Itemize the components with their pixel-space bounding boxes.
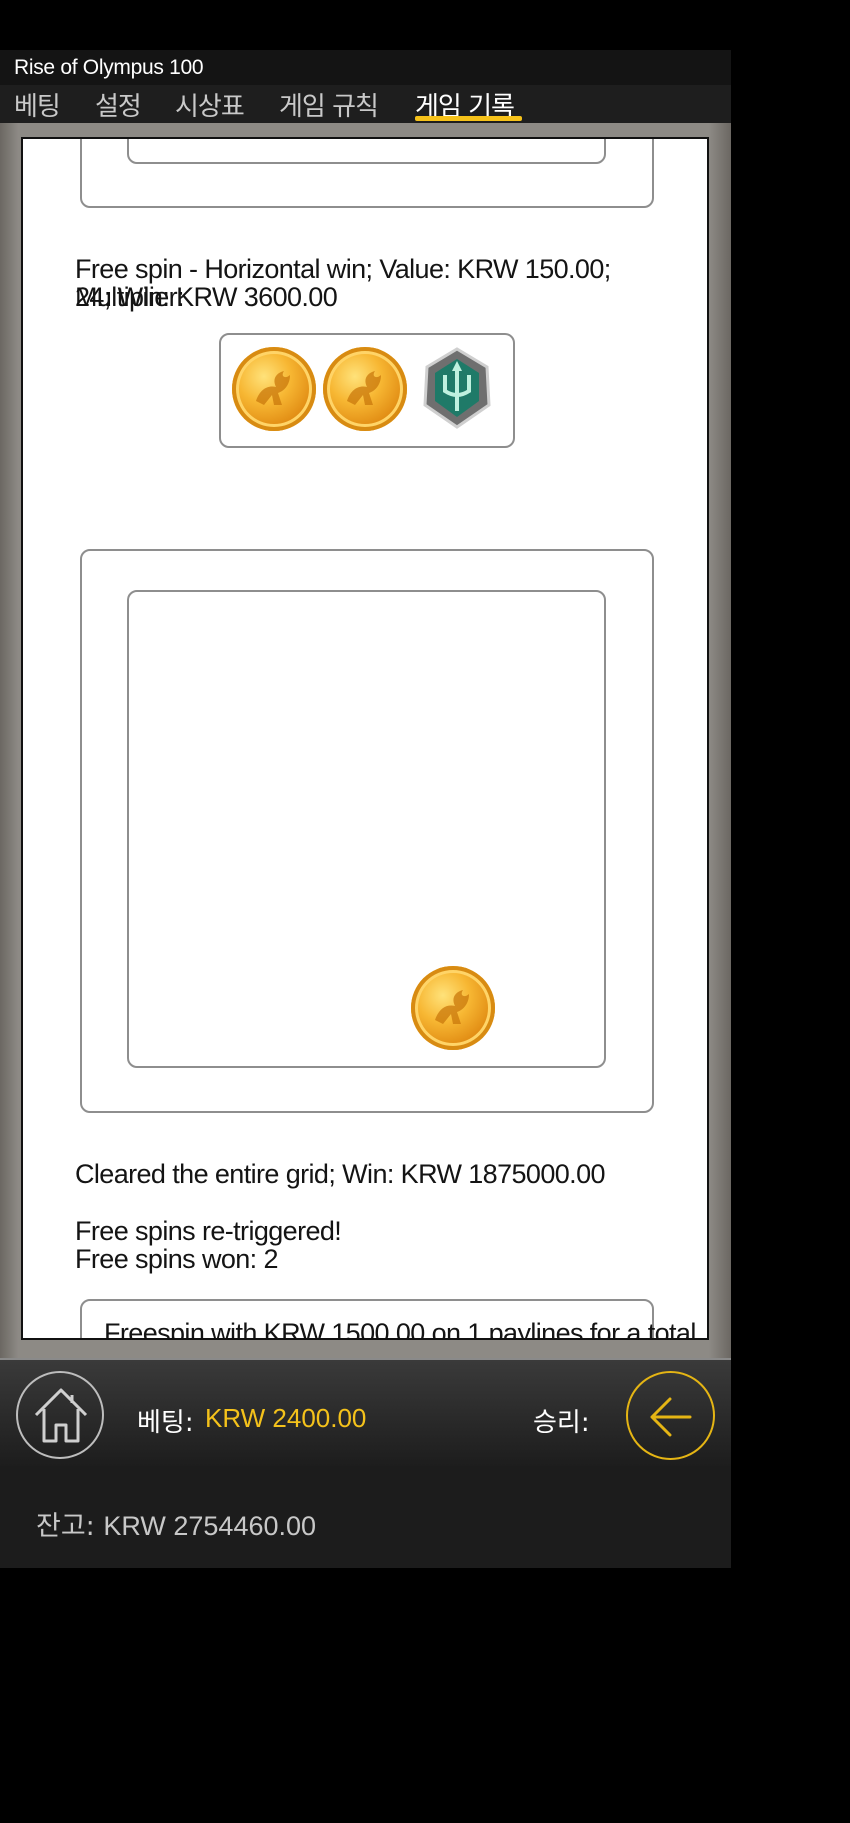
grid-outer-box — [80, 139, 654, 208]
status-bar — [0, 0, 731, 50]
title-bar: Rise of Olympus 100 — [0, 50, 731, 85]
home-icon — [34, 1388, 88, 1443]
back-arrow-icon — [650, 1397, 692, 1437]
tab-game-rules[interactable]: 게임 규칙 — [279, 86, 379, 123]
winning-symbols-box — [219, 333, 515, 448]
balance-label: 잔고: — [36, 1511, 95, 1542]
tab-settings[interactable]: 설정 — [95, 86, 142, 123]
tab-bet[interactable]: 베팅 — [14, 86, 61, 123]
game-title: Rise of Olympus 100 — [14, 56, 204, 79]
spins-won-text: Free spins won: 2 — [75, 1244, 279, 1274]
tab-paytable[interactable]: 시상표 — [175, 86, 245, 123]
bet-label: 베팅: — [137, 1408, 194, 1438]
retrigger-text: Free spins re-triggered! — [75, 1216, 342, 1246]
history-panel[interactable]: Free spin - Horizontal win; Value: KRW 1… — [21, 137, 709, 1340]
trident-emblem-icon — [423, 347, 491, 429]
pegasus-coin-icon — [411, 966, 495, 1050]
balance-bar: 잔고: KRW 2754460.00 — [0, 1466, 731, 1568]
next-entry-text: Freespin with KRW 1500.00 on 1 paylines … — [104, 1318, 696, 1340]
grid-outer-box — [80, 549, 654, 1113]
pegasus-coin-icon — [232, 347, 316, 431]
active-tab-indicator — [415, 116, 522, 121]
grid-inner-box — [127, 139, 606, 164]
grid-inner-box — [127, 590, 606, 1068]
bet-value: KRW 2400.00 — [205, 1403, 367, 1433]
pegasus-coin-icon — [323, 347, 407, 431]
back-button[interactable] — [626, 1371, 715, 1460]
cleared-grid-text: Cleared the entire grid; Win: KRW 187500… — [75, 1159, 606, 1189]
balance-value: KRW 2754460.00 — [103, 1511, 317, 1541]
win-label: 승리: — [533, 1408, 590, 1438]
home-button[interactable] — [16, 1371, 104, 1459]
balance-display: 잔고: KRW 2754460.00 — [36, 1504, 316, 1543]
bottom-bar: 베팅: KRW 2400.00 승리: — [0, 1358, 731, 1466]
win-line-text-cont: 24; Win: KRW 3600.00 — [75, 282, 338, 312]
next-history-entry: Freespin with KRW 1500.00 on 1 paylines … — [80, 1299, 696, 1338]
tab-bar: 베팅 설정 시상표 게임 규칙 게임 기록 — [0, 85, 731, 123]
